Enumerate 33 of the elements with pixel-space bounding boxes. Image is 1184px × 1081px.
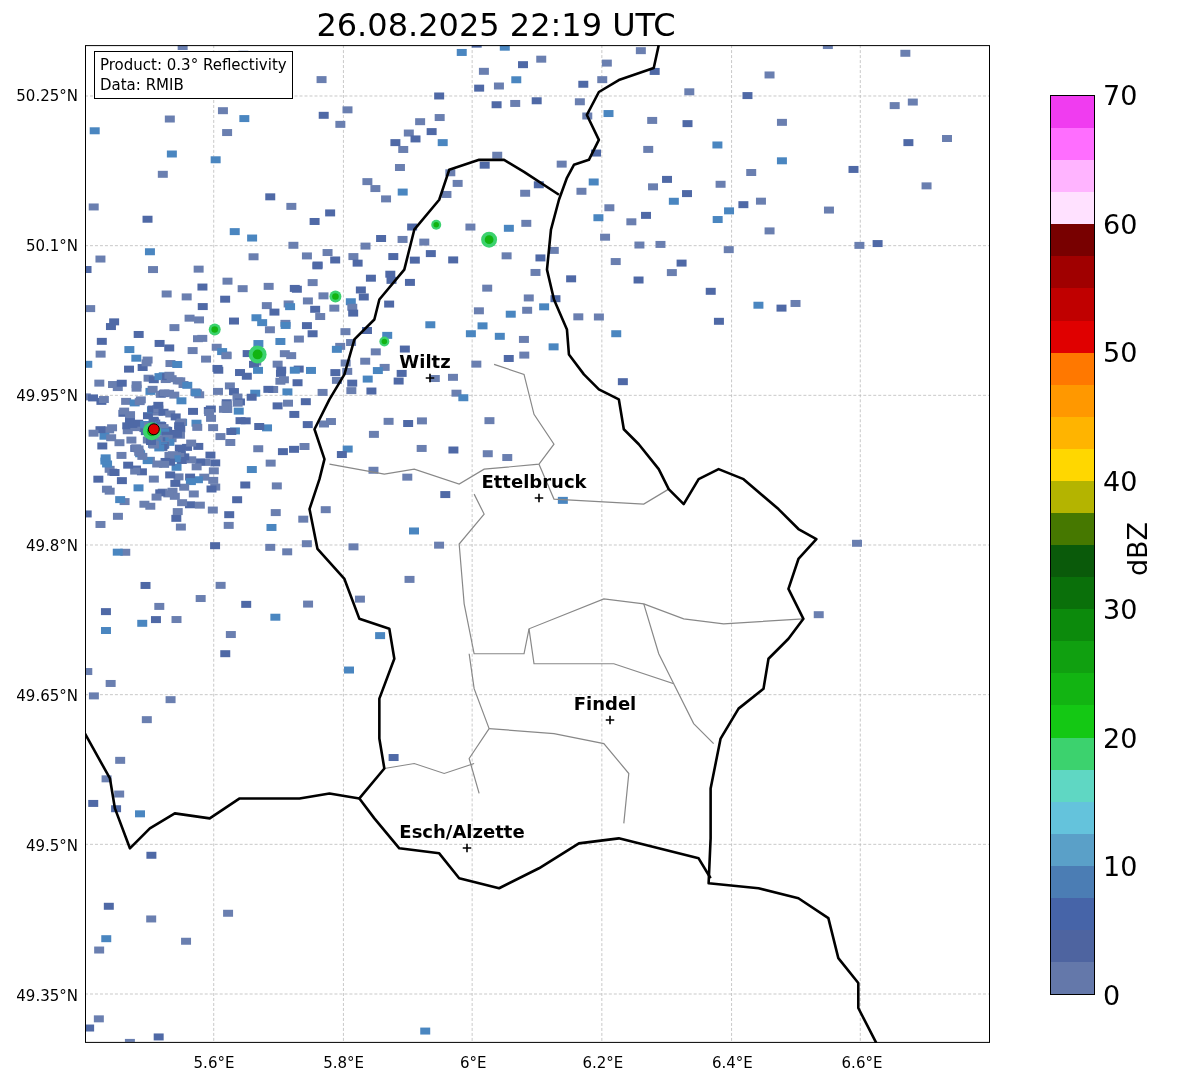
chart-title: 26.08.2025 22:19 UTC — [315, 4, 677, 45]
latitude-label: 49.65°N — [16, 687, 78, 705]
city-label: Findel — [573, 693, 637, 714]
plus-icon — [605, 715, 615, 725]
latitude-label: 49.8°N — [25, 537, 78, 555]
info-text: Product: 0.3° Reflectivity — [100, 55, 287, 75]
scale-label: 0 — [1103, 981, 1121, 1009]
scale-label: 70 — [1103, 81, 1138, 109]
plus-icon — [425, 373, 435, 383]
scale-label: 30 — [1103, 595, 1138, 623]
scale-label: 20 — [1103, 724, 1138, 752]
longitude-label: 6.2°E — [582, 1054, 624, 1072]
plus-icon — [462, 843, 472, 853]
scale-label: 50 — [1103, 338, 1138, 366]
latitude-label: 49.95°N — [16, 387, 78, 405]
longitude-label: 6°E — [459, 1054, 487, 1072]
scale-label: 60 — [1103, 210, 1138, 238]
longitude-label: 5.6°E — [193, 1054, 235, 1072]
city-label: Esch/Alzette — [399, 821, 525, 842]
city-label: Wiltz — [399, 351, 451, 372]
city-label: Ettelbruck — [481, 471, 587, 492]
longitude-label: 6.6°E — [841, 1054, 883, 1072]
latitude-label: 50.25°N — [16, 87, 78, 105]
latitude-label: 49.5°N — [25, 837, 78, 855]
longitude-label: 6.4°E — [711, 1054, 753, 1072]
longitude-label: 5.8°E — [323, 1054, 364, 1072]
info-text: Data: RMIB — [100, 75, 185, 95]
scale-label: 40 — [1103, 467, 1138, 495]
latitude-label: 50.1°N — [25, 237, 78, 255]
scale-label: 10 — [1103, 852, 1138, 880]
latitude-label: 49.35°N — [16, 987, 78, 1005]
unit-label: dBZ — [1121, 521, 1153, 577]
plus-icon — [534, 493, 544, 503]
